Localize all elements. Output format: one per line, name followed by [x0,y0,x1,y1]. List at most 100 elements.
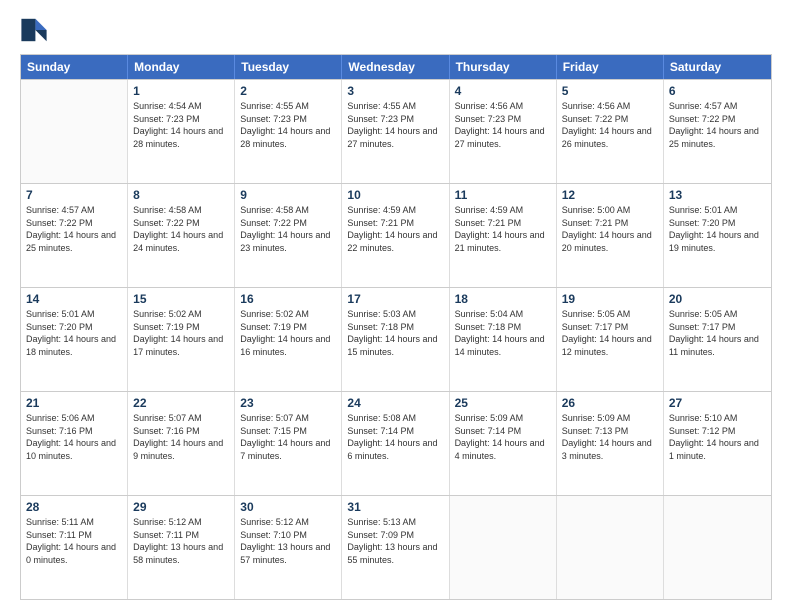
table-row: 20Sunrise: 5:05 AM Sunset: 7:17 PM Dayli… [664,288,771,391]
calendar-day-header: Thursday [450,55,557,79]
table-row [450,496,557,599]
day-number: 14 [26,292,122,306]
day-number: 11 [455,188,551,202]
cell-info: Sunrise: 5:02 AM Sunset: 7:19 PM Dayligh… [240,308,336,358]
calendar-week-5: 28 Sunrise: 5:11 AM Sunset: 7:11 PM Dayli… [21,495,771,599]
cell-info: Sunrise: 5:07 AM Sunset: 7:16 PM Dayligh… [133,412,229,462]
calendar-week-1: 1 Sunrise: 4:54 AM Sunset: 7:23 PM Daylig… [21,79,771,183]
table-row: 13Sunrise: 5:01 AM Sunset: 7:20 PM Dayli… [664,184,771,287]
table-row: 25 Sunrise: 5:09 AM Sunset: 7:14 PM Dayli… [450,392,557,495]
cell-info: Sunrise: 5:10 AM Sunset: 7:12 PM Dayligh… [669,412,766,462]
cell-info: Sunrise: 4:57 AM Sunset: 7:22 PM Dayligh… [669,100,766,150]
cell-info: Sunrise: 4:58 AM Sunset: 7:22 PM Dayligh… [133,204,229,254]
table-row: 29 Sunrise: 5:12 AM Sunset: 7:11 PM Dayli… [128,496,235,599]
day-number: 21 [26,396,122,410]
cell-info: Sunrise: 5:09 AM Sunset: 7:14 PM Dayligh… [455,412,551,462]
cell-info: Sunrise: 4:56 AM Sunset: 7:22 PM Dayligh… [562,100,658,150]
table-row [21,80,128,183]
table-row: 21 Sunrise: 5:06 AM Sunset: 7:16 PM Dayli… [21,392,128,495]
cell-info: Sunrise: 4:55 AM Sunset: 7:23 PM Dayligh… [347,100,443,150]
cell-info: Sunrise: 5:03 AM Sunset: 7:18 PM Dayligh… [347,308,443,358]
day-number: 26 [562,396,658,410]
table-row: 31 Sunrise: 5:13 AM Sunset: 7:09 PM Dayli… [342,496,449,599]
table-row: 24Sunrise: 5:08 AM Sunset: 7:14 PM Dayli… [342,392,449,495]
cell-info: Sunrise: 5:12 AM Sunset: 7:10 PM Dayligh… [240,516,336,566]
table-row: 22 Sunrise: 5:07 AM Sunset: 7:16 PM Dayli… [128,392,235,495]
day-number: 12 [562,188,658,202]
day-number: 27 [669,396,766,410]
calendar: SundayMondayTuesdayWednesdayThursdayFrid… [20,54,772,600]
day-number: 4 [455,84,551,98]
day-number: 31 [347,500,443,514]
cell-info: Sunrise: 5:07 AM Sunset: 7:15 PM Dayligh… [240,412,336,462]
table-row: 16 Sunrise: 5:02 AM Sunset: 7:19 PM Dayli… [235,288,342,391]
cell-info: Sunrise: 4:58 AM Sunset: 7:22 PM Dayligh… [240,204,336,254]
calendar-week-3: 14 Sunrise: 5:01 AM Sunset: 7:20 PM Dayli… [21,287,771,391]
day-number: 3 [347,84,443,98]
table-row: 12 Sunrise: 5:00 AM Sunset: 7:21 PM Dayli… [557,184,664,287]
calendar-header: SundayMondayTuesdayWednesdayThursdayFrid… [21,55,771,79]
calendar-day-header: Saturday [664,55,771,79]
day-number: 28 [26,500,122,514]
calendar-day-header: Wednesday [342,55,449,79]
calendar-day-header: Sunday [21,55,128,79]
day-number: 22 [133,396,229,410]
cell-info: Sunrise: 5:04 AM Sunset: 7:18 PM Dayligh… [455,308,551,358]
table-row: 26 Sunrise: 5:09 AM Sunset: 7:13 PM Dayli… [557,392,664,495]
day-number: 18 [455,292,551,306]
calendar-body: 1 Sunrise: 4:54 AM Sunset: 7:23 PM Daylig… [21,79,771,599]
header [20,16,772,44]
day-number: 2 [240,84,336,98]
table-row: 7Sunrise: 4:57 AM Sunset: 7:22 PM Daylig… [21,184,128,287]
table-row: 2 Sunrise: 4:55 AM Sunset: 7:23 PM Daylig… [235,80,342,183]
table-row: 1 Sunrise: 4:54 AM Sunset: 7:23 PM Daylig… [128,80,235,183]
cell-info: Sunrise: 5:02 AM Sunset: 7:19 PM Dayligh… [133,308,229,358]
day-number: 29 [133,500,229,514]
table-row: 18 Sunrise: 5:04 AM Sunset: 7:18 PM Dayli… [450,288,557,391]
day-number: 23 [240,396,336,410]
cell-info: Sunrise: 5:01 AM Sunset: 7:20 PM Dayligh… [26,308,122,358]
cell-info: Sunrise: 5:09 AM Sunset: 7:13 PM Dayligh… [562,412,658,462]
day-number: 25 [455,396,551,410]
cell-info: Sunrise: 5:12 AM Sunset: 7:11 PM Dayligh… [133,516,229,566]
day-number: 5 [562,84,658,98]
table-row: 30Sunrise: 5:12 AM Sunset: 7:10 PM Dayli… [235,496,342,599]
table-row: 23 Sunrise: 5:07 AM Sunset: 7:15 PM Dayli… [235,392,342,495]
table-row: 27 Sunrise: 5:10 AM Sunset: 7:12 PM Dayli… [664,392,771,495]
day-number: 24 [347,396,443,410]
table-row: 8 Sunrise: 4:58 AM Sunset: 7:22 PM Daylig… [128,184,235,287]
cell-info: Sunrise: 4:57 AM Sunset: 7:22 PM Dayligh… [26,204,122,254]
logo-icon [20,16,48,44]
day-number: 15 [133,292,229,306]
calendar-week-2: 7Sunrise: 4:57 AM Sunset: 7:22 PM Daylig… [21,183,771,287]
cell-info: Sunrise: 4:59 AM Sunset: 7:21 PM Dayligh… [347,204,443,254]
cell-info: Sunrise: 4:55 AM Sunset: 7:23 PM Dayligh… [240,100,336,150]
table-row: 4 Sunrise: 4:56 AM Sunset: 7:23 PM Daylig… [450,80,557,183]
page: SundayMondayTuesdayWednesdayThursdayFrid… [0,0,792,612]
cell-info: Sunrise: 4:56 AM Sunset: 7:23 PM Dayligh… [455,100,551,150]
table-row: 11Sunrise: 4:59 AM Sunset: 7:21 PM Dayli… [450,184,557,287]
cell-info: Sunrise: 5:13 AM Sunset: 7:09 PM Dayligh… [347,516,443,566]
cell-info: Sunrise: 5:05 AM Sunset: 7:17 PM Dayligh… [562,308,658,358]
table-row: 3 Sunrise: 4:55 AM Sunset: 7:23 PM Daylig… [342,80,449,183]
table-row [557,496,664,599]
calendar-day-header: Friday [557,55,664,79]
table-row: 14 Sunrise: 5:01 AM Sunset: 7:20 PM Dayli… [21,288,128,391]
calendar-day-header: Monday [128,55,235,79]
table-row [664,496,771,599]
cell-info: Sunrise: 5:00 AM Sunset: 7:21 PM Dayligh… [562,204,658,254]
day-number: 6 [669,84,766,98]
day-number: 8 [133,188,229,202]
cell-info: Sunrise: 5:11 AM Sunset: 7:11 PM Dayligh… [26,516,122,566]
day-number: 10 [347,188,443,202]
day-number: 20 [669,292,766,306]
cell-info: Sunrise: 5:06 AM Sunset: 7:16 PM Dayligh… [26,412,122,462]
day-number: 16 [240,292,336,306]
day-number: 17 [347,292,443,306]
logo [20,16,52,44]
table-row: 6 Sunrise: 4:57 AM Sunset: 7:22 PM Daylig… [664,80,771,183]
cell-info: Sunrise: 4:54 AM Sunset: 7:23 PM Dayligh… [133,100,229,150]
day-number: 1 [133,84,229,98]
cell-info: Sunrise: 5:01 AM Sunset: 7:20 PM Dayligh… [669,204,766,254]
table-row: 15 Sunrise: 5:02 AM Sunset: 7:19 PM Dayli… [128,288,235,391]
